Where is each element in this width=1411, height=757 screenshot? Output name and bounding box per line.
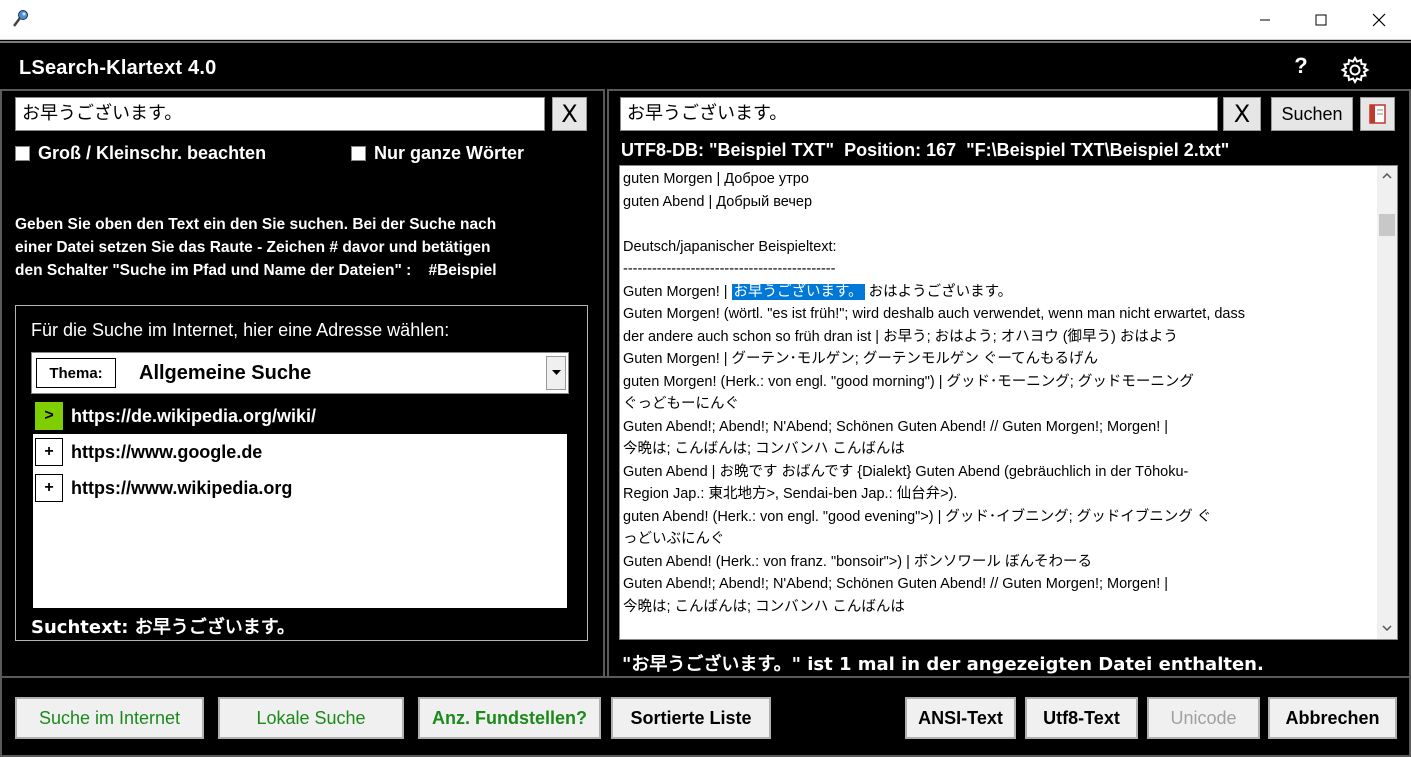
doc-line: ----------------------------------------… bbox=[623, 261, 836, 277]
doc-line: Guten Morgen! (wörtl. "es ist früh!"; wi… bbox=[623, 306, 1245, 322]
left-clear-button[interactable]: X bbox=[552, 97, 587, 131]
minimize-icon bbox=[1260, 19, 1270, 21]
doc-line: Guten Abend!; Abend!; N'Abend; Schönen G… bbox=[623, 418, 1169, 435]
help-text-line: den Schalter "Suche im Pfad und Name der… bbox=[15, 262, 497, 279]
found-count-text: "お早うございます。" ist 1 mal in der angezeigten… bbox=[622, 654, 1264, 675]
help-button[interactable]: ? bbox=[1288, 53, 1314, 81]
minimize-button[interactable] bbox=[1236, 0, 1294, 40]
gear-icon[interactable] bbox=[1340, 55, 1370, 85]
document-view[interactable]: guten Morgen | Доброе утро guten Abend |… bbox=[619, 165, 1398, 640]
app-window: LSearch-Klartext 4.0 ? お早うございます。 X Groß … bbox=[0, 0, 1411, 757]
expand-marker[interactable]: + bbox=[35, 474, 63, 502]
unicode-button[interactable]: Unicode bbox=[1147, 697, 1260, 739]
internet-search-button[interactable]: Suche im Internet bbox=[15, 697, 204, 739]
right-clear-button[interactable]: X bbox=[1223, 97, 1261, 131]
database-info: UTF8-DB: "Beispiel TXT" Position: 167 "F… bbox=[621, 140, 1230, 160]
checkbox-box[interactable] bbox=[15, 146, 30, 161]
theme-selected-value: Allgemeine Suche bbox=[139, 362, 312, 384]
doc-line: guten Abend | Добрый вечер bbox=[623, 193, 813, 210]
whole-words-checkbox[interactable]: Nur ganze Wörter bbox=[351, 143, 524, 164]
left-search-input[interactable]: お早うございます。 bbox=[15, 97, 545, 131]
vertical-scrollbar[interactable] bbox=[1377, 166, 1397, 639]
doc-line-suffix: おはようございます。 bbox=[864, 283, 1013, 300]
url-list[interactable]: > https://de.wikipedia.org/wiki/ + https… bbox=[31, 396, 569, 610]
internet-group-caption: Für die Suche im Internet, hier eine Adr… bbox=[31, 320, 450, 340]
help-text: Geben Sie oben den Text ein den Sie such… bbox=[15, 213, 585, 282]
case-sensitive-checkbox[interactable]: Groß / Kleinschr. beachten bbox=[15, 143, 266, 164]
doc-line: ぐっどもーにんぐ bbox=[623, 396, 739, 412]
whole-words-label: Nur ganze Wörter bbox=[374, 143, 525, 163]
url-text: https://www.google.de bbox=[71, 441, 263, 462]
theme-dropdown[interactable]: Thema: Allgemeine Suche bbox=[31, 352, 569, 394]
url-text: https://www.wikipedia.org bbox=[71, 477, 293, 498]
sorted-list-button[interactable]: Sortierte Liste bbox=[611, 697, 771, 739]
doc-line: 今晩は; こんばんは; コンバンハ こんばんは bbox=[623, 441, 905, 457]
scroll-up-icon[interactable] bbox=[1382, 173, 1392, 179]
app-header: LSearch-Klartext 4.0 ? bbox=[0, 41, 1411, 91]
case-sensitive-label: Groß / Kleinschr. beachten bbox=[38, 143, 267, 163]
search-button[interactable]: Suchen bbox=[1271, 97, 1353, 131]
search-highlight: お早うございます。 bbox=[731, 283, 865, 300]
doc-line: Guten Abend! (Herk.: von franz. "bonsoir… bbox=[623, 553, 1092, 570]
url-text: https://de.wikipedia.org/wiki/ bbox=[71, 405, 317, 426]
scroll-down-icon[interactable] bbox=[1382, 625, 1392, 631]
ansi-text-button[interactable]: ANSI-Text bbox=[905, 697, 1016, 739]
doc-line-prefix: Guten Morgen! | bbox=[623, 283, 732, 300]
help-text-line: einer Datei setzen Sie das Raute - Zeich… bbox=[15, 239, 491, 256]
doc-line: Region Jap.: 東北地方>, Sendai-ben Jap.: 仙台弁… bbox=[623, 486, 958, 502]
close-icon bbox=[1372, 13, 1386, 27]
expand-marker[interactable]: + bbox=[35, 438, 63, 466]
book-button[interactable] bbox=[1360, 97, 1395, 131]
doc-line bbox=[623, 213, 1373, 236]
doc-line: Guten Morgen! | グーテン･モルゲン; グーテンモルゲン ぐーてん… bbox=[623, 351, 1099, 367]
doc-line: Deutsch/japanischer Beispieltext: bbox=[623, 238, 837, 255]
utf8-text-button[interactable]: Utf8-Text bbox=[1025, 697, 1138, 739]
url-item-wikipedia[interactable]: + https://www.wikipedia.org bbox=[33, 470, 567, 506]
search-text-display: Suchtext: お早うございます。 bbox=[31, 617, 295, 638]
internet-search-group: Für die Suche im Internet, hier eine Adr… bbox=[15, 305, 588, 641]
doc-line: guten Morgen | Доброе утро bbox=[623, 171, 809, 187]
help-text-line: Geben Sie oben den Text ein den Sie such… bbox=[15, 216, 497, 233]
maximize-icon bbox=[1315, 14, 1327, 26]
doc-line: guten Morgen! (Herk.: von engl. "good mo… bbox=[623, 373, 1194, 390]
app-icon bbox=[13, 10, 28, 27]
doc-line: Guten Abend | お晩です おばんです {Dialekt} Guten… bbox=[623, 463, 1189, 480]
doc-line: guten Abend! (Herk.: von engl. "good eve… bbox=[623, 508, 1212, 525]
url-item-google[interactable]: + https://www.google.de bbox=[33, 434, 567, 470]
local-search-button[interactable]: Lokale Suche bbox=[218, 697, 404, 739]
doc-line: Guten Abend!; Abend!; N'Abend; Schönen G… bbox=[623, 576, 1169, 592]
right-search-input[interactable]: お早うございます。 bbox=[620, 97, 1218, 131]
book-icon bbox=[1368, 104, 1386, 124]
expand-marker[interactable]: > bbox=[35, 402, 63, 430]
checkbox-box[interactable] bbox=[351, 146, 366, 161]
theme-label: Thema: bbox=[36, 358, 116, 388]
document-text: guten Morgen | Доброе утро guten Abend |… bbox=[623, 168, 1373, 618]
app-title: LSearch-Klartext 4.0 bbox=[19, 57, 217, 79]
maximize-button[interactable] bbox=[1292, 0, 1350, 40]
doc-line: der andere auch schon so früh dran ist |… bbox=[623, 328, 1178, 345]
count-matches-button[interactable]: Anz. Fundstellen? bbox=[418, 697, 601, 739]
url-item-wikipedia-de[interactable]: > https://de.wikipedia.org/wiki/ bbox=[33, 398, 567, 434]
window-titlebar bbox=[0, 0, 1411, 40]
scrollbar-thumb[interactable] bbox=[1379, 214, 1395, 236]
close-button[interactable] bbox=[1350, 0, 1408, 40]
doc-line-highlight: Guten Morgen! | お早うございます。 おはようございます。 bbox=[623, 281, 1373, 304]
doc-line: っどいぶにんぐ bbox=[623, 531, 725, 547]
cancel-button[interactable]: Abbrechen bbox=[1268, 697, 1397, 739]
doc-line: 今晩は; こんばんは; コンバンハ こんばんは bbox=[623, 598, 905, 615]
dropdown-arrow-icon[interactable] bbox=[546, 356, 566, 390]
